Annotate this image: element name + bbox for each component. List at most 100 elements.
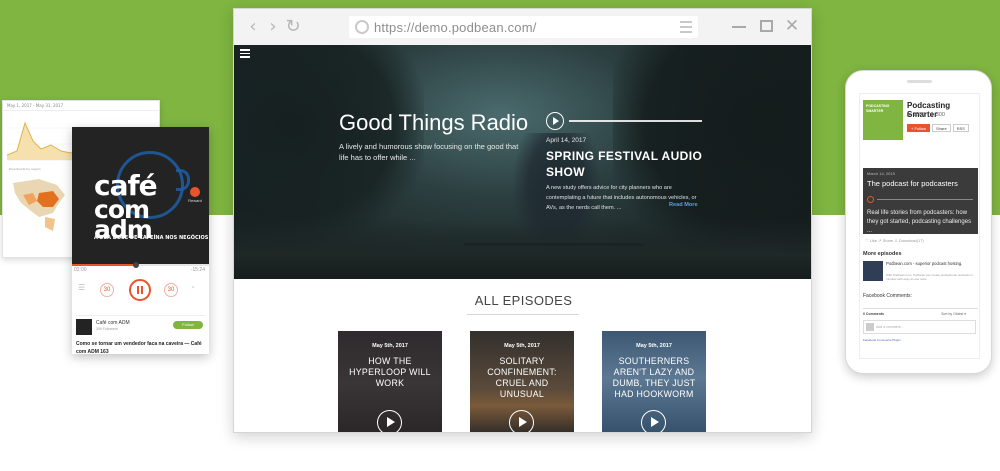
more-episodes-heading: More episodes xyxy=(863,251,902,257)
playback-progress-bar[interactable] xyxy=(72,262,209,268)
episode-card-title: HOW THE HYPERLOOP WILL WORK xyxy=(349,356,431,388)
episode-title[interactable]: Como se tornar um vendedor faca na cavei… xyxy=(76,340,205,356)
episode-date: May 5th, 2017 xyxy=(372,343,408,349)
time-remaining: -15:24 xyxy=(190,267,205,273)
featured-audio-track[interactable] xyxy=(569,120,702,122)
channel-thumbnail[interactable] xyxy=(76,319,92,335)
featured-play-button[interactable] xyxy=(546,112,564,130)
phone-rss-button[interactable]: RSS xyxy=(952,124,969,132)
heading-underline xyxy=(467,314,579,315)
menu-icon[interactable] xyxy=(680,21,692,33)
facebook-plugin-link[interactable]: Facebook Comments Plugin xyxy=(863,338,901,342)
episode-date: May 5th, 2017 xyxy=(504,343,540,349)
forward-arrow-icon[interactable]: › xyxy=(264,17,282,37)
map-title: Downloads by region xyxy=(9,167,41,171)
episode-play-icon[interactable] xyxy=(641,410,666,432)
show-title: Good Things Radio xyxy=(339,110,529,135)
phone-cover-line-1: PODCASTING xyxy=(866,104,890,108)
comment-input[interactable]: Add a comment... xyxy=(863,320,976,334)
hero-ground xyxy=(234,219,811,279)
channel-followers: 309 Followers xyxy=(96,327,118,331)
podcast-player-card: café com adm A SUA DOSE DE CAFEÍNA NOS N… xyxy=(72,127,209,356)
player-controls: ☰ 30 30 ◔ xyxy=(72,277,209,303)
comment-placeholder: Add a comment... xyxy=(876,325,904,329)
browser-toolbar: ‹ › ↻ https://demo.podbean.com/ ✕ xyxy=(234,9,811,45)
all-episodes-heading: ALL EPISODES xyxy=(474,293,573,308)
episode-card[interactable]: May 5th, 2017 SOLITARY CONFINEMENT: CRUE… xyxy=(470,331,574,432)
close-icon[interactable]: ✕ xyxy=(784,17,800,34)
more-episode-subtitle: With Podbean.com, Podbean can create pro… xyxy=(886,273,973,281)
reward-label: Reward xyxy=(188,198,202,203)
hero-banner: Good Things Radio A lively and humorous … xyxy=(234,45,811,279)
more-episode-thumbnail xyxy=(863,261,883,281)
show-description: A lively and humorous show focusing on t… xyxy=(339,142,519,162)
address-bar[interactable]: https://demo.podbean.com/ xyxy=(349,16,698,38)
phone-stats: ▶ 1500 ⇓ 300 xyxy=(907,112,945,118)
skip-back-label: 30 xyxy=(103,287,111,293)
phone-episode-title: The podcast for podcasters xyxy=(867,179,958,188)
podcast-cover-art: café com adm A SUA DOSE DE CAFEÍNA NOS N… xyxy=(72,127,209,264)
time-elapsed: 02:00 xyxy=(74,267,87,273)
region-map xyxy=(13,179,65,231)
pause-button[interactable] xyxy=(129,279,151,301)
channel-row: Café com ADM 309 Followers Follow xyxy=(76,315,205,335)
podcast-cover-art: PODCASTING SMARTER xyxy=(863,100,903,140)
cover-tagline: A SUA DOSE DE CAFEÍNA NOS NEGÓCIOS xyxy=(94,235,209,241)
pause-icon xyxy=(137,286,143,294)
reward-icon xyxy=(190,187,200,197)
minimize-icon[interactable] xyxy=(732,18,748,34)
phone-share-button[interactable]: Share xyxy=(932,124,951,132)
channel-name[interactable]: Café com ADM xyxy=(96,320,130,326)
more-episode-item[interactable]: Podbean.com - superior podcast hosting. … xyxy=(863,261,978,283)
facebook-comments-label: Facebook Comments: xyxy=(863,293,912,299)
reload-icon[interactable]: ↻ xyxy=(284,17,302,37)
more-episode-title: Podbean.com - superior podcast hosting. xyxy=(886,261,963,266)
skip-forward-button[interactable]: 30 xyxy=(164,283,178,297)
episode-play-icon[interactable] xyxy=(377,410,402,432)
skip-back-button[interactable]: 30 xyxy=(100,283,114,297)
reward-button[interactable]: Reward xyxy=(186,187,204,203)
hamburger-menu-icon[interactable] xyxy=(240,49,250,60)
phone-speaker xyxy=(907,80,932,83)
likes-count: ▶ 1500 xyxy=(907,112,925,118)
playlist-icon[interactable]: ☰ xyxy=(78,283,85,292)
progress-fill xyxy=(72,264,137,266)
phone-play-icon[interactable] xyxy=(867,196,874,203)
featured-date: April 14, 2017 xyxy=(546,137,587,144)
downloads-count: ⇓ 300 xyxy=(929,112,945,118)
skip-forward-label: 30 xyxy=(167,287,175,293)
phone-cover-line-2: SMARTER xyxy=(866,109,884,113)
avatar xyxy=(866,323,874,331)
episode-card-title: SOUTHERNERS AREN'T LAZY AND DUMB, THEY J… xyxy=(612,356,696,399)
comments-box: 0 Comments Sort by Oldest ▾ Add a commen… xyxy=(863,308,978,348)
comments-count: 0 Comments xyxy=(863,312,885,316)
phone-episode-actions[interactable]: ♡ Like ↗ Share ⇓ Download(17) xyxy=(865,238,924,243)
episode-play-icon[interactable] xyxy=(509,410,534,432)
featured-title[interactable]: SPRING FESTIVAL AUDIO SHOW xyxy=(546,148,716,180)
phone-episode-card[interactable]: March 14, 2019 The podcast for podcaster… xyxy=(863,168,978,234)
url-text[interactable]: https://demo.podbean.com/ xyxy=(374,20,537,35)
back-arrow-icon[interactable]: ‹ xyxy=(244,17,262,37)
episode-card[interactable]: May 5th, 2017 HOW THE HYPERLOOP WILL WOR… xyxy=(338,331,442,432)
progress-scrubber-handle[interactable] xyxy=(133,262,140,268)
phone-mockup: PODCASTING SMARTER Podcasting Smarter ▶ … xyxy=(845,70,992,374)
phone-episode-date: March 14, 2019 xyxy=(867,171,895,176)
analytics-date-range: May 1, 2017 - May 31, 2017 xyxy=(3,101,159,111)
maximize-icon[interactable] xyxy=(758,18,774,34)
phone-action-buttons: + Follow Share RSS xyxy=(907,124,969,132)
phone-follow-button[interactable]: + Follow xyxy=(907,124,931,132)
phone-progress-bar[interactable] xyxy=(877,199,973,200)
globe-icon xyxy=(355,20,369,34)
playback-speed-icon[interactable]: ◔ xyxy=(190,283,195,292)
read-more-link[interactable]: Read More xyxy=(669,202,698,208)
follow-button[interactable]: Follow xyxy=(173,321,203,329)
sort-dropdown[interactable]: Sort by Oldest ▾ xyxy=(941,312,966,316)
phone-episode-description: Real life stories from podcasters: how t… xyxy=(867,210,972,234)
episode-date: May 5th, 2017 xyxy=(636,343,672,349)
phone-screen: PODCASTING SMARTER Podcasting Smarter ▶ … xyxy=(859,93,980,359)
phone-home-button[interactable] xyxy=(909,363,929,371)
episode-card[interactable]: May 5th, 2017 SOUTHERNERS AREN'T LAZY AN… xyxy=(602,331,706,432)
browser-window: ‹ › ↻ https://demo.podbean.com/ ✕ Good T… xyxy=(233,8,812,433)
episode-card-title: SOLITARY CONFINEMENT: CRUEL AND UNUSUAL xyxy=(487,356,557,399)
featured-description: A new study offers advice for city plann… xyxy=(546,185,697,211)
